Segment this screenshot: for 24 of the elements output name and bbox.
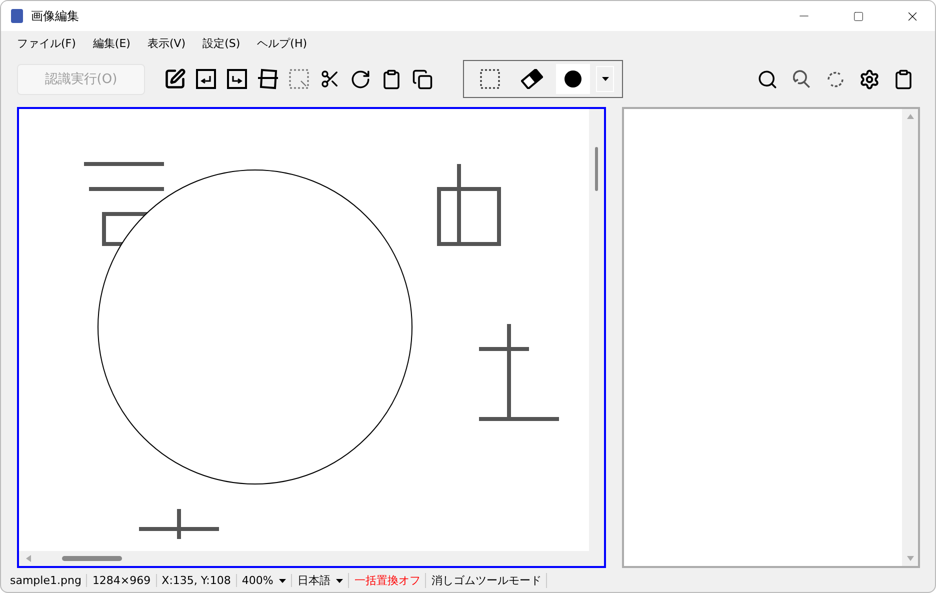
dotted-rectangle-icon (480, 69, 500, 90)
tool-button[interactable] (556, 64, 590, 94)
maximize-icon[interactable] (852, 10, 864, 22)
menu-item[interactable]: 表示(V) (139, 32, 194, 54)
caret-icon (336, 578, 344, 583)
status-text: 消しゴムツールモード (431, 573, 542, 588)
dropdown-button[interactable] (596, 66, 614, 92)
status-dropdown[interactable]: 日本語 (297, 573, 330, 588)
menu-item[interactable]: 設定(S) (194, 32, 248, 54)
vertical-scrollbar[interactable] (589, 108, 604, 551)
window-title: 画像編集 (31, 8, 80, 24)
menu-item[interactable]: 編集(E) (84, 32, 138, 54)
status-text: 1284×969 (92, 574, 151, 588)
menu-item[interactable]: ファイル(F) (9, 32, 84, 54)
menu-item[interactable]: ヘルプ(H) (249, 32, 316, 54)
filled-circle-icon (564, 70, 582, 88)
app-icon (11, 9, 23, 23)
status-text: X:135, Y:108 (162, 574, 231, 588)
status-dropdown[interactable]: 400% (242, 574, 274, 588)
status-text: sample1.png (10, 574, 82, 588)
caret-icon (279, 578, 286, 583)
caret-icon (602, 77, 608, 82)
status-warning-text: 一括置換オフ (354, 573, 420, 588)
horizontal-scrollbar[interactable] (19, 550, 604, 566)
